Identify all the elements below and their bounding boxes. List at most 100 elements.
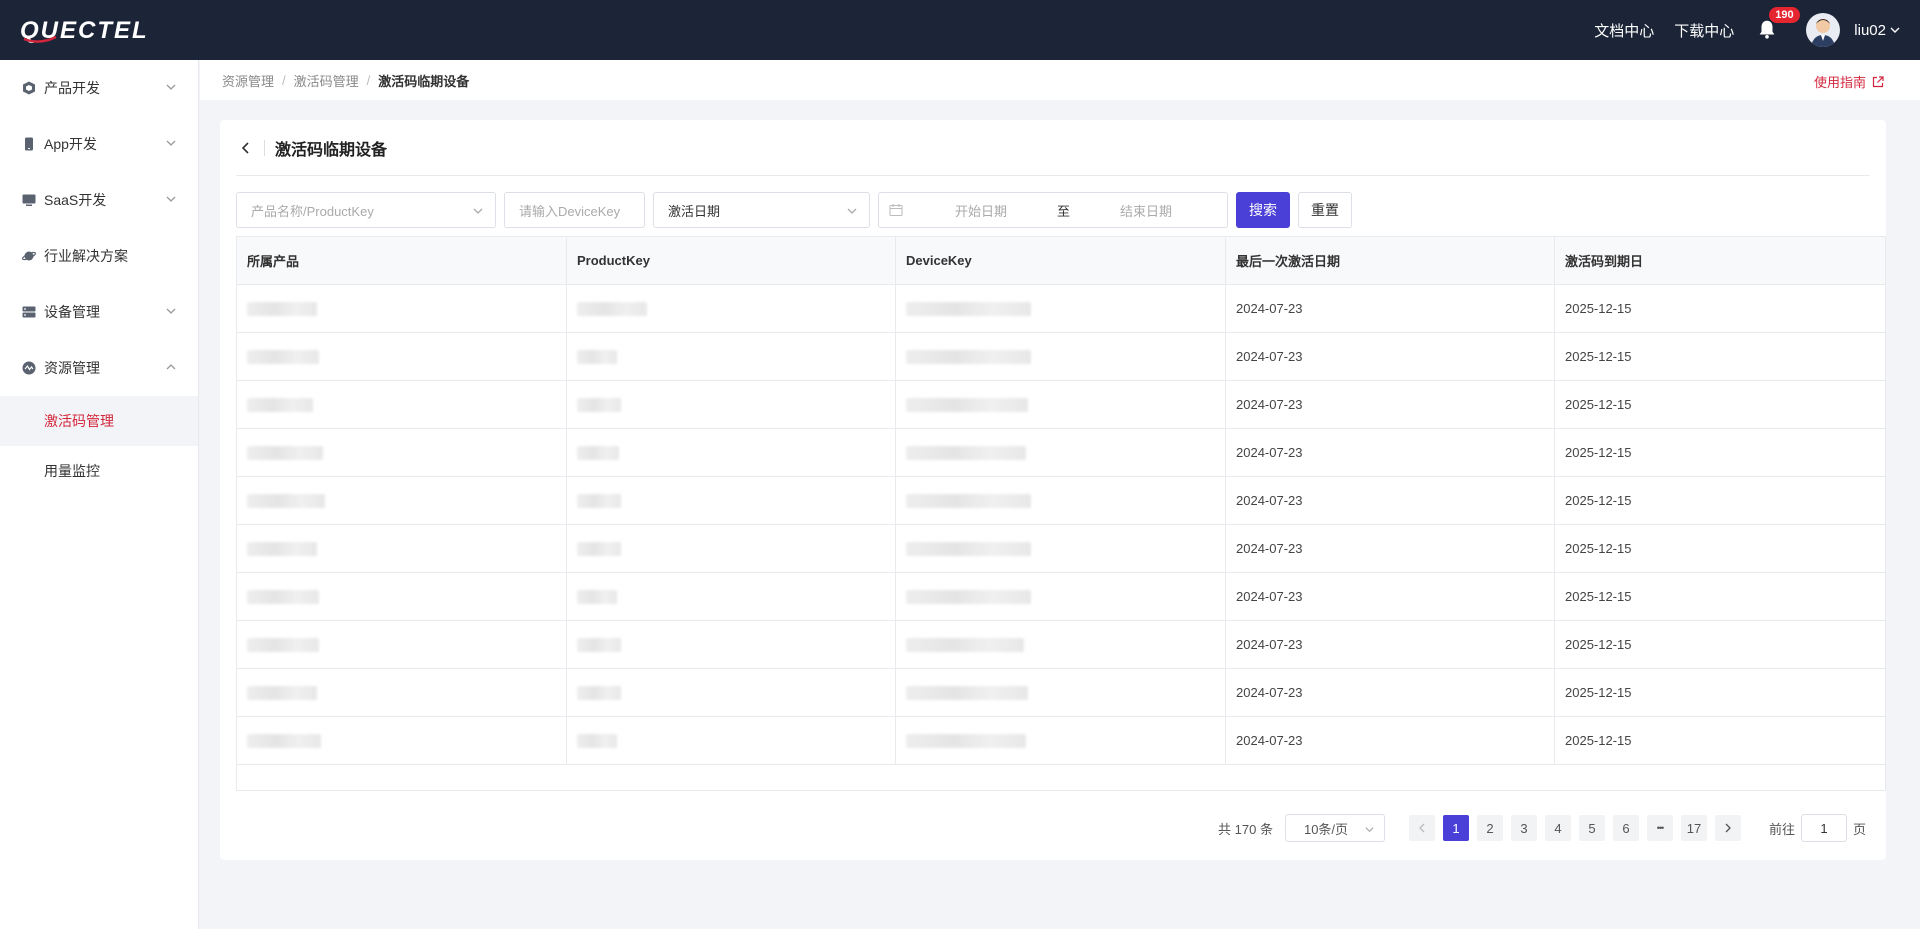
masked-value — [247, 397, 313, 412]
page-size-select[interactable]: 10条/页 — [1284, 814, 1385, 842]
masked-value — [577, 637, 621, 652]
devicekey-input[interactable]: 请输入DeviceKey — [504, 192, 645, 228]
column-header: 激活码到期日 — [1565, 254, 1644, 269]
cell-productkey — [567, 429, 896, 476]
cell-devicekey — [896, 669, 1226, 716]
sidebar-subitem-activation-code-mgmt[interactable]: 激活码管理 — [0, 396, 198, 446]
breadcrumb-item[interactable]: 资源管理 — [222, 71, 274, 90]
planet-icon — [22, 251, 36, 261]
user-guide-label: 使用指南 — [1813, 75, 1866, 90]
date-type-select[interactable]: 激活日期 — [653, 192, 870, 228]
table-row: 2024-07-23 2025-12-15 — [237, 381, 1885, 429]
cell-productkey — [567, 717, 896, 764]
masked-value — [577, 397, 621, 412]
sidebar-item-saas-dev[interactable]: SaaS开发 — [0, 172, 198, 228]
breadcrumb-separator: / — [366, 72, 371, 88]
back-button[interactable] — [236, 138, 256, 158]
sidebar-item-product-dev[interactable]: 产品开发 — [0, 60, 198, 116]
sidebar-item-app-dev[interactable]: App开发 — [0, 116, 198, 172]
next-page-button[interactable] — [1714, 815, 1741, 841]
cell-expiry: 2025-12-15 — [1565, 397, 1632, 412]
sidebar-subitem-usage-monitor[interactable]: 用量监控 — [0, 446, 198, 496]
prev-page-button[interactable] — [1408, 815, 1435, 841]
page-button-5[interactable]: 5 — [1578, 815, 1605, 841]
masked-value — [906, 493, 1031, 508]
download-center-link[interactable]: 下载中心 — [1674, 20, 1734, 41]
chevron-down-icon — [1890, 27, 1900, 33]
column-header: 所属产品 — [237, 237, 567, 284]
sidebar-item-resource-mgmt[interactable]: 资源管理 — [0, 340, 198, 396]
page-ellipsis[interactable]: ••• — [1646, 815, 1673, 841]
sidebar-item-label: SaaS开发 — [44, 192, 107, 208]
start-date-placeholder[interactable]: 开始日期 — [955, 201, 1007, 220]
cube-icon — [23, 81, 35, 95]
page-button-2[interactable]: 2 — [1476, 815, 1503, 841]
cell-expiry: 2025-12-15 — [1565, 445, 1632, 460]
end-date-placeholder[interactable]: 结束日期 — [1120, 201, 1172, 220]
masked-value — [247, 349, 319, 364]
user-menu[interactable]: liu02 — [1854, 22, 1900, 39]
table-row: 2024-07-23 2025-12-15 — [237, 717, 1885, 765]
cell-expiry: 2025-12-15 — [1565, 301, 1632, 316]
table-row: 2024-07-23 2025-12-15 — [237, 573, 1885, 621]
username: liu02 — [1854, 21, 1886, 39]
quectel-logo[interactable]: QUECTEL — [20, 17, 190, 43]
masked-value — [247, 445, 323, 460]
masked-value — [247, 637, 319, 652]
cell-product — [237, 429, 567, 476]
page-button-3[interactable]: 3 — [1510, 815, 1537, 841]
cell-devicekey — [896, 477, 1226, 524]
cell-devicekey — [896, 285, 1226, 332]
avatar[interactable] — [1806, 13, 1841, 47]
table-row: 2024-07-23 2025-12-15 — [237, 429, 1885, 477]
masked-value — [577, 301, 647, 316]
search-button[interactable]: 搜索 — [1236, 192, 1290, 228]
top-bar: QUECTEL 文档中心 下载中心 190 liu02 — [0, 0, 1920, 60]
chevron-down-icon — [473, 208, 483, 214]
sidebar-item-industry-solutions[interactable]: 行业解决方案 — [0, 228, 198, 284]
masked-value — [577, 349, 617, 364]
notification-button[interactable]: 190 — [1756, 6, 1801, 42]
calendar-icon — [889, 204, 903, 216]
cell-product — [237, 621, 567, 668]
user-guide-link[interactable]: 使用指南 — [1814, 72, 1884, 91]
external-link-icon — [1872, 75, 1884, 87]
masked-value — [906, 349, 1031, 364]
sidebar-item-label: 产品开发 — [44, 80, 100, 96]
docs-center-link[interactable]: 文档中心 — [1594, 20, 1654, 41]
product-select-placeholder: 产品名称/ProductKey — [251, 203, 374, 219]
date-range-picker[interactable]: 开始日期 至 结束日期 — [878, 192, 1228, 228]
product-select[interactable]: 产品名称/ProductKey — [236, 192, 496, 228]
breadcrumb-item[interactable]: 激活码管理 — [294, 71, 359, 90]
cell-productkey — [567, 477, 896, 524]
cell-productkey — [567, 573, 896, 620]
chevron-down-icon — [166, 84, 176, 90]
chevron-down-icon — [166, 196, 176, 202]
content-card: 激活码临期设备 产品名称/ProductKey 请输入DeviceKey 激活日… — [220, 120, 1886, 860]
notification-badge: 190 — [1768, 6, 1801, 24]
masked-value — [906, 589, 1031, 604]
goto-page-input[interactable] — [1800, 814, 1847, 842]
sidebar-item-device-mgmt[interactable]: 设备管理 — [0, 284, 198, 340]
resource-icon — [22, 361, 36, 375]
masked-value — [577, 541, 621, 556]
masked-value — [577, 493, 621, 508]
cell-productkey — [567, 381, 896, 428]
page-button-4[interactable]: 4 — [1544, 815, 1571, 841]
cell-product — [237, 717, 567, 764]
masked-value — [906, 685, 1028, 700]
masked-value — [247, 301, 317, 316]
page-button-last[interactable]: 17 — [1680, 815, 1707, 841]
page-button-1[interactable]: 1 — [1442, 815, 1469, 841]
chevron-down-icon — [847, 208, 857, 214]
range-separator: 至 — [1057, 203, 1071, 219]
reset-button[interactable]: 重置 — [1298, 192, 1352, 228]
page-button-6[interactable]: 6 — [1612, 815, 1639, 841]
goto-prefix: 前往 — [1768, 821, 1795, 837]
cell-product — [237, 669, 567, 716]
phone-icon — [25, 137, 33, 151]
cell-productkey — [567, 525, 896, 572]
masked-value — [577, 685, 621, 700]
cell-last-activation: 2024-07-23 — [1226, 717, 1555, 764]
masked-value — [577, 733, 617, 748]
